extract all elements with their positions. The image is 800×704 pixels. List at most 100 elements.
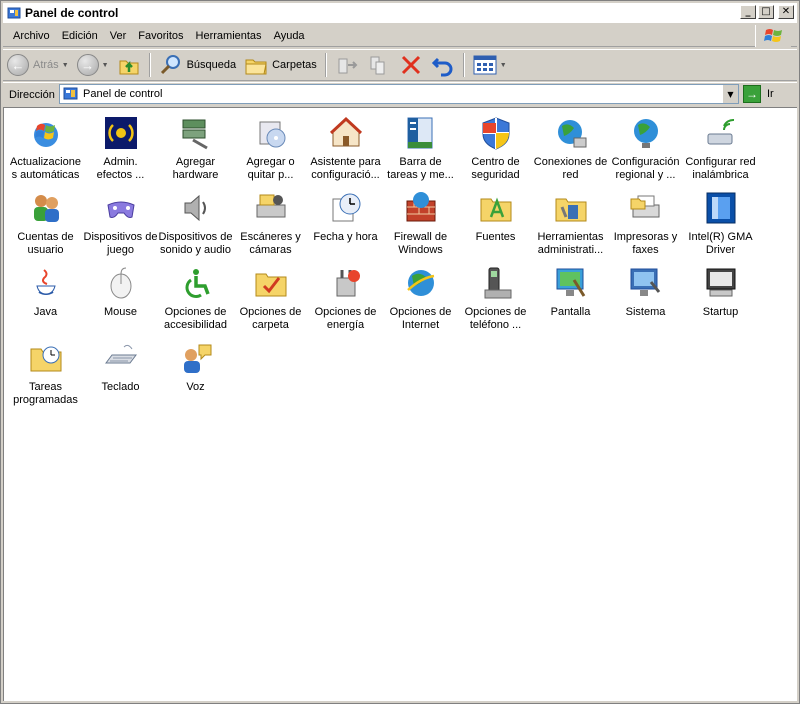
applet-label: Barra de tareas y me... [387,156,454,181]
applet-intel-gma[interactable]: Intel(R) GMA Driver [683,187,758,257]
move-to-button[interactable] [331,51,363,79]
go-arrow-icon: → [743,85,761,103]
applet-add-hardware[interactable]: Agregar hardware [158,112,233,182]
applet-java[interactable]: Java [8,262,83,319]
applet-label: Teclado [101,381,140,393]
applet-keyboard[interactable]: Teclado [83,337,158,394]
applet-windows-firewall[interactable]: Firewall de Windows [383,187,458,257]
views-icon [473,55,497,75]
audio-effects-icon [104,116,138,150]
search-button[interactable]: Búsqueda [155,51,241,79]
applet-mouse[interactable]: Mouse [83,262,158,319]
minimize-button[interactable]: _ [740,5,756,19]
wireless-network-icon [704,116,738,150]
user-accounts-icon [29,191,63,225]
applet-label: Opciones de energía [314,306,377,331]
applet-fonts-folder[interactable]: Fuentes [458,187,533,244]
folders-button[interactable]: Carpetas [240,51,321,79]
toolbar: ← Atrás ▼ → ▼ Búsqueda Carpetas ▼ [3,49,797,81]
menu-ayuda[interactable]: Ayuda [268,30,311,42]
window-title: Panel de control [25,6,119,20]
applet-regional-settings[interactable]: Configuración regional y ... [608,112,683,182]
control-panel-content: Actualizacione s automáticas Admin. efect… [3,107,797,701]
startup-icon [704,266,738,300]
address-dropdown-icon[interactable]: ▼ [722,85,738,103]
search-icon [160,55,180,75]
applet-system[interactable]: Sistema [608,262,683,319]
sounds-audio-icon [179,191,213,225]
applet-admin-tools[interactable]: Herramientas administrati... [533,187,608,257]
applet-label: Dispositivos de juego [83,231,158,256]
applet-wireless-network[interactable]: Configurar red inalámbrica [683,112,758,182]
control-panel-small-icon [63,87,78,100]
game-controllers-icon [104,191,138,225]
applet-windows-update[interactable]: Actualizacione s automáticas [8,112,83,182]
menu-edicion[interactable]: Edición [56,30,104,42]
applet-printers-faxes[interactable]: Impresoras y faxes [608,187,683,257]
fonts-folder-icon [479,191,513,225]
phone-modem-icon [479,266,513,300]
applet-audio-effects[interactable]: Admin. efectos ... [83,112,158,182]
address-bar: Dirección Panel de control ▼ → Ir [3,82,797,106]
applet-folder-options[interactable]: Opciones de carpeta [233,262,308,332]
applet-scheduled-tasks[interactable]: Tareas programadas [8,337,83,407]
address-value: Panel de control [83,88,163,100]
applet-security-center[interactable]: Centro de seguridad [458,112,533,182]
back-dropdown-icon[interactable]: ▼ [62,62,69,69]
display-icon [554,266,588,300]
close-button[interactable]: ✕ [778,5,794,19]
search-label: Búsqueda [186,59,237,71]
network-connections-icon [554,116,588,150]
applet-label: Configurar red inalámbrica [685,156,756,181]
applet-user-accounts[interactable]: Cuentas de usuario [8,187,83,257]
forward-dropdown-icon[interactable]: ▼ [102,62,109,69]
network-setup-wizard-icon [329,116,363,150]
applet-label: Dispositivos de sonido y audio [158,231,233,256]
back-arrow-icon: ← [7,54,29,76]
applet-label: Actualizacione s automáticas [10,156,81,181]
menu-favoritos[interactable]: Favoritos [132,30,189,42]
accessibility-icon [179,266,213,300]
applet-network-setup-wizard[interactable]: Asistente para configuració... [308,112,383,182]
mouse-icon [104,266,138,300]
applet-display[interactable]: Pantalla [533,262,608,319]
applet-internet-options[interactable]: Opciones de Internet [383,262,458,332]
applet-power-options[interactable]: Opciones de energía [308,262,383,332]
up-folder-button[interactable] [113,51,145,79]
applet-label: Sistema [625,306,666,318]
taskbar-icon [404,116,438,150]
copy-to-button[interactable] [363,51,395,79]
applet-game-controllers[interactable]: Dispositivos de juego [83,187,158,257]
forward-arrow-icon: → [76,54,99,76]
applet-network-connections[interactable]: Conexiones de red [533,112,608,182]
menu-archivo[interactable]: Archivo [3,30,56,42]
applet-label: Firewall de Windows [393,231,448,256]
applet-scanners-cameras[interactable]: Escáneres y cámaras [233,187,308,257]
windows-update-icon [29,116,63,150]
applet-label: Agregar hardware [172,156,219,181]
title-bar[interactable]: Panel de control _ □ ✕ [3,3,797,23]
menu-herramientas[interactable]: Herramientas [190,30,268,42]
delete-button[interactable] [395,51,427,79]
applet-startup[interactable]: Startup [683,262,758,319]
applet-add-remove-programs[interactable]: Agregar o quitar p... [233,112,308,182]
forward-button[interactable]: → ▼ [73,51,113,79]
applet-sounds-audio[interactable]: Dispositivos de sonido y audio [158,187,233,257]
address-input[interactable]: Panel de control ▼ [59,84,739,104]
applet-label: Asistente para configuració... [310,156,381,181]
folder-options-icon [254,266,288,300]
applet-date-time[interactable]: Fecha y hora [308,187,383,244]
applet-accessibility[interactable]: Opciones de accesibilidad [158,262,233,332]
intel-gma-icon [704,191,738,225]
undo-button[interactable] [427,51,459,79]
applet-taskbar[interactable]: Barra de tareas y me... [383,112,458,182]
applet-phone-modem[interactable]: Opciones de teléfono ... [458,262,533,332]
views-dropdown-icon[interactable]: ▼ [500,62,507,69]
back-button[interactable]: ← Atrás ▼ [3,51,73,79]
menu-ver[interactable]: Ver [104,30,133,42]
maximize-button[interactable]: □ [758,5,774,19]
views-button[interactable]: ▼ [469,51,511,79]
applet-speech[interactable]: Voz [158,337,233,394]
windows-logo-icon [755,25,791,47]
go-button[interactable]: → Ir [743,84,774,104]
